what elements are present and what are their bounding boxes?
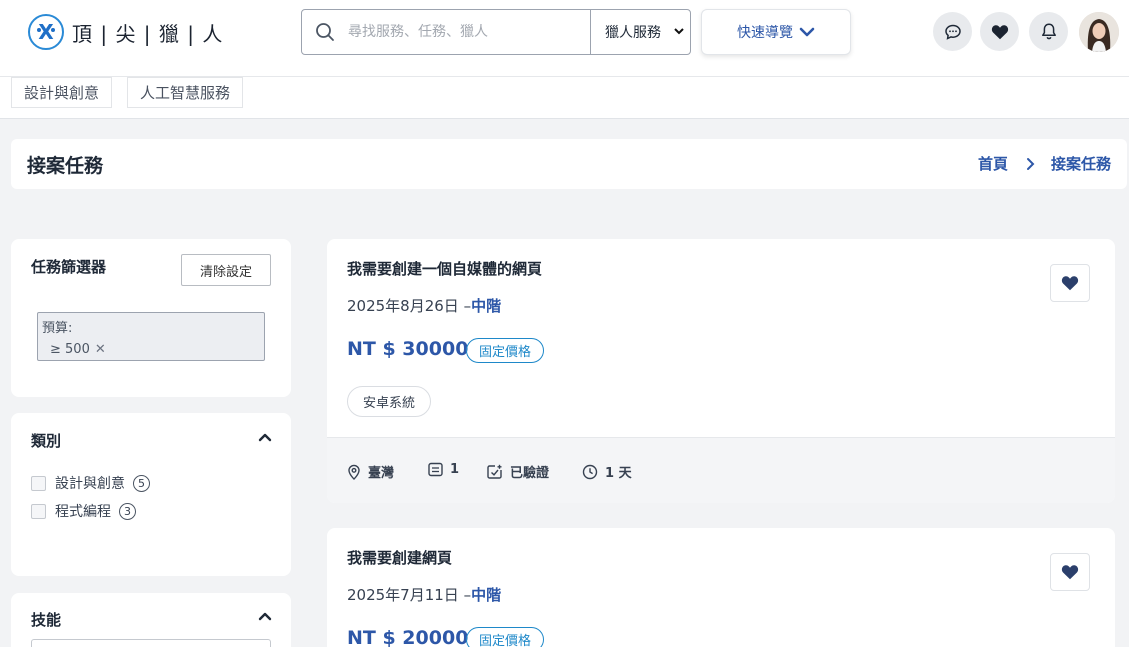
heart-icon — [1061, 276, 1079, 291]
job-date-level: 2025年8月26日 –中階 — [347, 297, 502, 315]
search-bar: 獵人服務 — [301, 9, 691, 55]
skills-title: 技能 — [31, 611, 62, 629]
search-scope-value: 獵人服務 — [605, 25, 661, 41]
job-date: 2025年7月11日 — [347, 586, 459, 604]
job-date: 2025年8月26日 — [347, 297, 459, 315]
breadcrumb: 首頁 接案任務 — [978, 153, 1111, 174]
remove-filter-icon[interactable]: ✕ — [95, 339, 106, 360]
notifications-button[interactable] — [1029, 12, 1068, 51]
user-avatar[interactable] — [1079, 12, 1119, 52]
job-price: NT $ 20000 — [347, 627, 469, 647]
job-verified: 已驗證 — [487, 462, 549, 481]
category-tag-bar: 設計與創意 人工智慧服務 — [0, 77, 1129, 119]
search-scope-select[interactable]: 獵人服務 — [590, 10, 691, 54]
favorite-button[interactable] — [1050, 553, 1090, 591]
breadcrumb-home-link[interactable]: 首頁 — [978, 153, 1008, 174]
site-logo[interactable]: X 頂 | 尖 | 獵 | 人 — [28, 14, 223, 50]
job-title[interactable]: 我需要創建網頁 — [347, 547, 452, 568]
category-option-programming[interactable]: 程式編程 3 — [31, 501, 136, 521]
category-option-label: 設計與創意 — [55, 476, 125, 492]
favorite-button[interactable] — [1050, 264, 1090, 302]
breadcrumb-current: 接案任務 — [1050, 155, 1111, 173]
chevron-up-icon[interactable] — [258, 432, 272, 442]
clear-filters-button[interactable]: 清除設定 — [181, 254, 271, 286]
task-filter-card: 任務篩選器 清除設定 預算: ≥ 500 ✕ — [11, 239, 291, 397]
logo-text: 頂 | 尖 | 獵 | 人 — [72, 21, 224, 46]
job-location: 臺灣 — [347, 462, 394, 481]
heart-icon — [1061, 565, 1079, 580]
messages-button[interactable] — [933, 12, 972, 51]
chevron-down-icon — [673, 25, 685, 41]
job-duration: 1 天 — [582, 462, 632, 481]
chevron-down-icon — [799, 27, 815, 37]
page-title: 接案任務 — [27, 155, 104, 177]
active-filter-chip: 預算: ≥ 500 ✕ — [37, 312, 265, 361]
job-title[interactable]: 我需要創建一個自媒體的網頁 — [347, 258, 542, 279]
bell-icon — [1041, 23, 1056, 40]
skills-search-input[interactable] — [31, 639, 271, 647]
job-card[interactable]: 我需要創建一個自媒體的網頁 2025年8月26日 –中階 NT $ 30000 … — [327, 239, 1115, 503]
tag-design-creative[interactable]: 設計與創意 — [11, 77, 113, 108]
price-type-badge: 固定價格 — [466, 627, 545, 647]
job-level: 中階 — [471, 297, 502, 315]
chat-icon — [944, 24, 961, 40]
chevron-right-icon — [1026, 157, 1035, 171]
page-title-bar: 接案任務 首頁 接案任務 — [11, 139, 1127, 189]
skill-tag[interactable]: 安卓系統 — [347, 386, 432, 417]
verified-icon — [487, 464, 502, 479]
search-icon[interactable] — [302, 10, 348, 54]
favorites-button[interactable] — [980, 12, 1019, 51]
logo-mark-icon: X — [28, 14, 64, 50]
skills-filter-card: 技能 — [11, 593, 291, 647]
chevron-up-icon[interactable] — [258, 611, 272, 621]
budget-chip-value: ≥ 500 — [50, 342, 90, 357]
proposals-icon — [428, 462, 443, 477]
clock-icon — [582, 464, 598, 479]
category-filter-card: 類別 設計與創意 5 程式編程 3 — [11, 413, 291, 576]
category-option-design[interactable]: 設計與創意 5 — [31, 473, 150, 493]
job-card[interactable]: 我需要創建網頁 2025年7月11日 –中階 NT $ 20000 固定價格 — [327, 528, 1115, 647]
search-input[interactable] — [348, 12, 588, 52]
heart-icon — [991, 24, 1008, 39]
job-meta-footer: 臺灣 1 已驗證 1 天 — [327, 437, 1115, 503]
quick-nav-label: 快速導覽 — [737, 25, 793, 41]
filter-title: 任務篩選器 — [31, 258, 107, 276]
budget-chip-label: 預算: — [42, 321, 73, 336]
job-date-level: 2025年7月11日 –中階 — [347, 586, 502, 604]
location-pin-icon — [348, 464, 360, 480]
quick-nav-button[interactable]: 快速導覽 — [701, 9, 851, 55]
checkbox[interactable] — [31, 475, 46, 491]
category-option-label: 程式編程 — [55, 504, 111, 520]
job-price: NT $ 30000 — [347, 338, 469, 360]
count-badge: 5 — [133, 474, 150, 492]
tag-ai-services[interactable]: 人工智慧服務 — [127, 77, 244, 108]
top-header: X 頂 | 尖 | 獵 | 人 獵人服務 快速導覽 — [0, 0, 1129, 77]
job-proposals: 1 — [428, 462, 459, 477]
price-type-badge: 固定價格 — [466, 338, 545, 363]
checkbox[interactable] — [31, 503, 46, 519]
job-level: 中階 — [471, 586, 502, 604]
count-badge: 3 — [119, 502, 136, 520]
category-title: 類別 — [31, 432, 62, 450]
